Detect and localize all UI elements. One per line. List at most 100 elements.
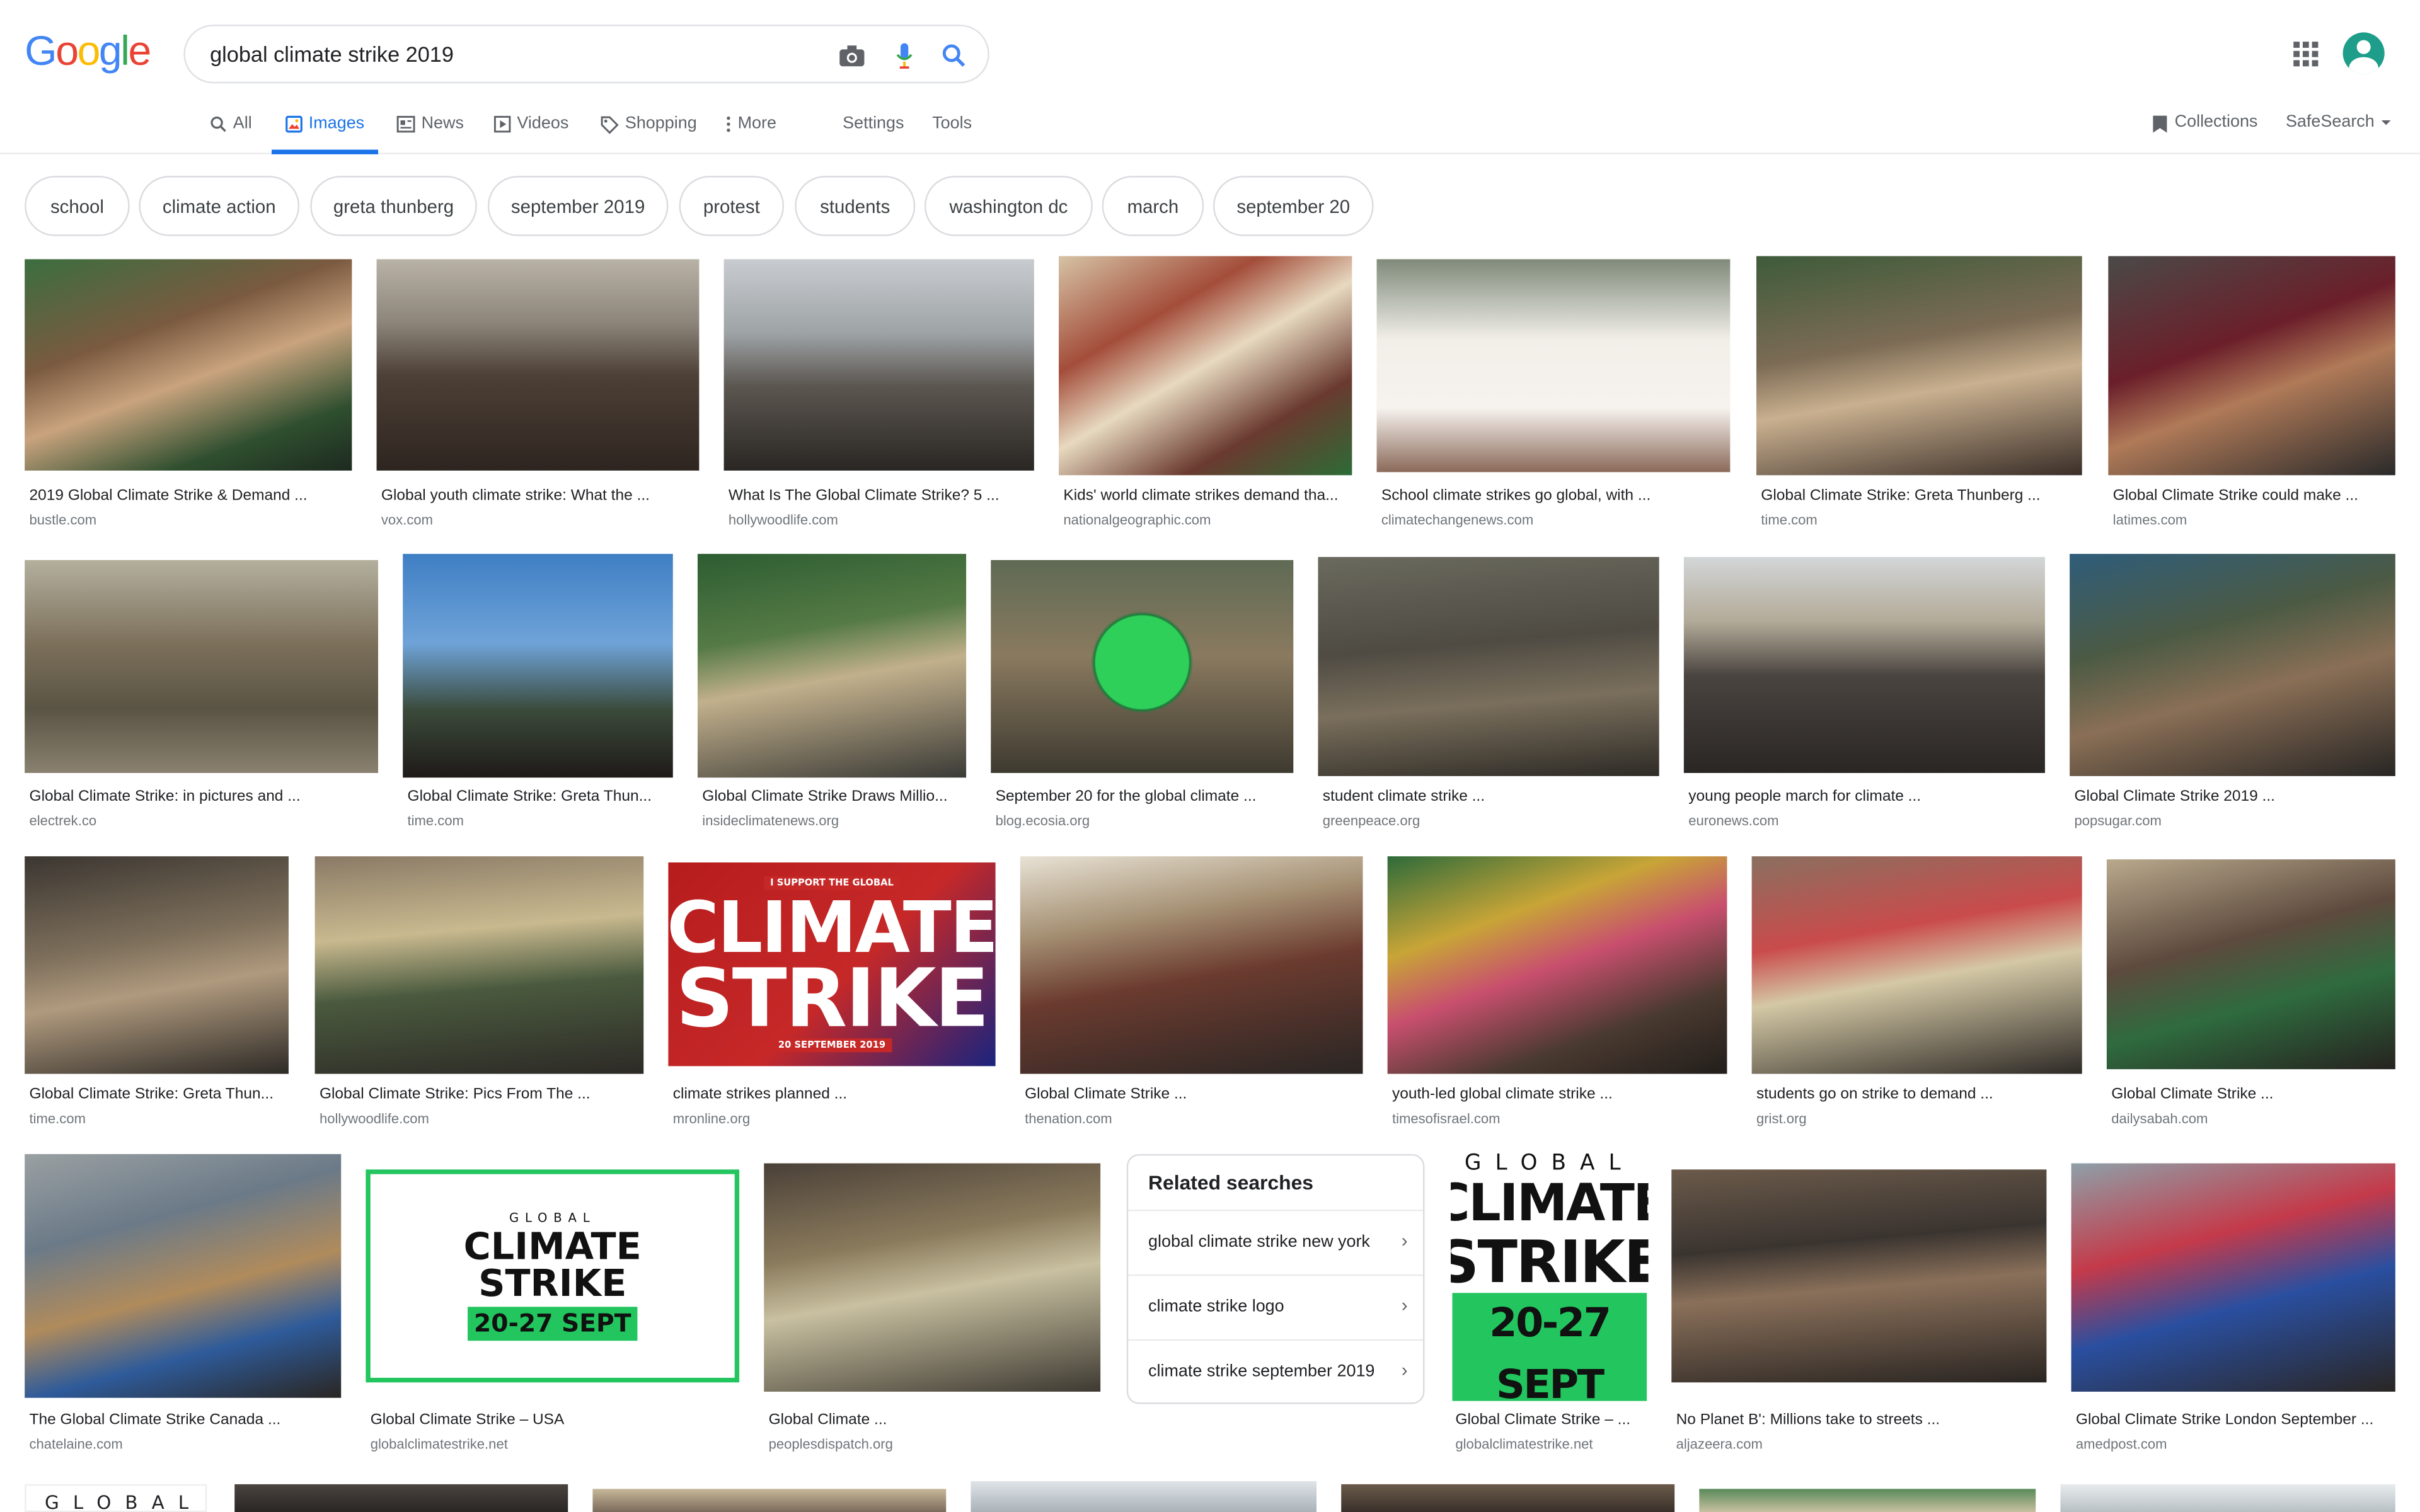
image-result[interactable] bbox=[1699, 1489, 2036, 1512]
search-input[interactable]: global climate strike 2019 bbox=[210, 42, 454, 66]
result-thumbnail[interactable] bbox=[991, 559, 1294, 773]
climate-strike-banner[interactable]: I SUPPORT THE GLOBAL CLIMATE STRIKE 20 S… bbox=[668, 862, 996, 1067]
search-box[interactable]: global climate strike 2019 bbox=[183, 25, 989, 84]
result-source[interactable]: dailysabah.com bbox=[2111, 1111, 2208, 1126]
result-source[interactable]: chatelaine.com bbox=[30, 1436, 123, 1452]
image-result[interactable] bbox=[2060, 1484, 2395, 1512]
image-result[interactable] bbox=[971, 1481, 1317, 1512]
result-source[interactable]: globalclimatestrike.net bbox=[371, 1436, 508, 1452]
image-result[interactable]: What Is The Global Climate Strike? 5 ...… bbox=[723, 256, 1034, 534]
result-thumbnail[interactable] bbox=[314, 856, 644, 1074]
image-result[interactable]: Global Climate Strike 2019 ... popsugar.… bbox=[2070, 554, 2395, 835]
safesearch-button[interactable]: SafeSearch bbox=[2286, 113, 2393, 153]
result-source[interactable]: time.com bbox=[1761, 512, 1817, 527]
image-result[interactable]: Global Climate Strike London September .… bbox=[2071, 1163, 2395, 1457]
image-result[interactable]: GLOBAL CLIMATE STRIKE 20-27 SEPT Global … bbox=[366, 1169, 740, 1457]
result-title[interactable]: Global Climate Strike: in pictures and .… bbox=[30, 788, 377, 805]
result-title[interactable]: Global Climate Strike 2019 ... bbox=[2074, 788, 2394, 805]
result-source[interactable]: peoplesdispatch.org bbox=[769, 1436, 893, 1452]
result-thumbnail[interactable] bbox=[403, 554, 673, 778]
result-title[interactable]: Kids' world climate strikes demand tha..… bbox=[1063, 488, 1353, 505]
image-result[interactable] bbox=[592, 1489, 947, 1512]
result-thumbnail[interactable] bbox=[1387, 856, 1727, 1074]
climate-strike-usa-poster[interactable]: GLOBAL CLIMATE STRIKE 20-27 SEPT bbox=[366, 1169, 740, 1383]
search-icon[interactable] bbox=[938, 40, 969, 71]
result-title[interactable]: young people march for climate ... bbox=[1688, 788, 2043, 805]
image-result[interactable]: Global Climate Strike ... dailysabah.com bbox=[2106, 859, 2395, 1134]
image-result[interactable]: I SUPPORT THE GLOBAL CLIMATE STRIKE 20 S… bbox=[668, 862, 996, 1134]
result-thumbnail[interactable] bbox=[697, 554, 967, 778]
tab-all[interactable]: All bbox=[210, 114, 252, 154]
image-result[interactable]: Global Climate Strike ... thenation.com bbox=[1020, 856, 1363, 1134]
related-search-item[interactable]: global climate strike new york › bbox=[1128, 1210, 1423, 1274]
result-thumbnail[interactable] bbox=[2071, 1163, 2395, 1392]
result-title[interactable]: Global Climate ... bbox=[769, 1412, 1099, 1429]
result-source[interactable]: mronline.org bbox=[673, 1111, 751, 1126]
image-result[interactable]: The Global Climate Strike Canada ... cha… bbox=[25, 1154, 342, 1457]
tab-images[interactable]: Images bbox=[272, 114, 379, 154]
tab-shopping[interactable]: Shopping bbox=[601, 114, 697, 154]
result-source[interactable]: nationalgeographic.com bbox=[1063, 512, 1211, 527]
chip-protest[interactable]: protest bbox=[679, 176, 785, 236]
result-title[interactable]: School climate strikes go global, with .… bbox=[1381, 488, 1729, 505]
image-result[interactable]: Global Climate Strike: Greta Thunberg ..… bbox=[1756, 256, 2082, 534]
image-result[interactable]: Global Climate Strike: Greta Thun... tim… bbox=[403, 554, 673, 835]
result-thumbnail[interactable] bbox=[1376, 259, 1731, 472]
result-thumbnail[interactable] bbox=[1020, 856, 1363, 1074]
climate-strike-poster[interactable]: GLOBAL CLIMATE STRIKE 20-27 SEPT bbox=[1451, 1148, 1649, 1401]
chip-greta-thunberg[interactable]: greta thunberg bbox=[310, 176, 477, 236]
result-thumbnail[interactable] bbox=[2070, 554, 2395, 776]
image-result[interactable] bbox=[1341, 1484, 1675, 1512]
avatar[interactable] bbox=[2342, 32, 2385, 74]
result-title[interactable]: 2019 Global Climate Strike & Demand ... bbox=[30, 488, 346, 505]
tab-settings[interactable]: Settings bbox=[843, 114, 904, 154]
chip-climate-action[interactable]: climate action bbox=[139, 176, 300, 236]
result-title[interactable]: What Is The Global Climate Strike? 5 ... bbox=[729, 488, 1034, 505]
result-title[interactable]: Global Climate Strike ... bbox=[2111, 1086, 2395, 1103]
result-title[interactable]: students go on strike to demand ... bbox=[1756, 1086, 2080, 1103]
result-source[interactable]: latimes.com bbox=[2113, 512, 2187, 527]
image-result[interactable]: 2019 Global Climate Strike & Demand ... … bbox=[25, 256, 352, 534]
result-source[interactable]: thenation.com bbox=[1025, 1111, 1112, 1126]
result-source[interactable]: greenpeace.org bbox=[1323, 813, 1420, 828]
result-thumbnail[interactable] bbox=[25, 259, 352, 471]
result-title[interactable]: Global Climate Strike could make ... bbox=[2113, 488, 2397, 505]
result-title[interactable]: climate strikes planned ... bbox=[673, 1086, 996, 1103]
result-title[interactable]: Global Climate Strike: Greta Thun... bbox=[30, 1086, 289, 1103]
result-thumbnail[interactable] bbox=[1756, 256, 2082, 476]
result-thumbnail[interactable] bbox=[2108, 256, 2395, 476]
chip-september-20[interactable]: september 20 bbox=[1213, 176, 1374, 236]
result-thumbnail[interactable] bbox=[1318, 557, 1659, 776]
result-title[interactable]: student climate strike ... bbox=[1323, 788, 1659, 805]
result-title[interactable]: No Planet B': Millions take to streets .… bbox=[1676, 1412, 2045, 1429]
tab-videos[interactable]: Videos bbox=[493, 114, 568, 154]
image-result[interactable]: GLOBAL CLIMATE STRIKE 20-27 SEPT Global … bbox=[1451, 1148, 1649, 1457]
result-title[interactable]: youth-led global climate strike ... bbox=[1392, 1086, 1726, 1103]
result-thumbnail[interactable] bbox=[25, 856, 289, 1074]
google-logo[interactable]: Google bbox=[25, 28, 151, 76]
result-title[interactable]: The Global Climate Strike Canada ... bbox=[30, 1412, 340, 1429]
result-source[interactable]: hollywoodlife.com bbox=[320, 1111, 429, 1126]
image-result[interactable]: student climate strike ... greenpeace.or… bbox=[1318, 557, 1659, 835]
related-search-item[interactable]: climate strike logo › bbox=[1128, 1274, 1423, 1339]
image-result[interactable]: Global youth climate strike: What the ..… bbox=[376, 256, 700, 534]
result-title[interactable]: Global Climate Strike – ... bbox=[1455, 1412, 1648, 1429]
result-source[interactable]: blog.ecosia.org bbox=[996, 813, 1090, 828]
image-result[interactable]: Global Climate Strike could make ... lat… bbox=[2108, 256, 2395, 534]
result-thumbnail[interactable] bbox=[1751, 856, 2082, 1074]
result-source[interactable]: globalclimatestrike.net bbox=[1455, 1436, 1593, 1452]
result-thumbnail[interactable] bbox=[1671, 1169, 2047, 1383]
result-source[interactable]: hollywoodlife.com bbox=[729, 512, 838, 527]
result-source[interactable]: grist.org bbox=[1756, 1111, 1807, 1126]
result-title[interactable]: Global Climate Strike ... bbox=[1025, 1086, 1361, 1103]
image-result[interactable]: students go on strike to demand ... gris… bbox=[1751, 856, 2082, 1134]
image-result[interactable]: GLOBAL bbox=[25, 1484, 207, 1512]
result-thumbnail[interactable] bbox=[723, 259, 1034, 471]
result-title[interactable]: Global Climate Strike: Pics From The ... bbox=[320, 1086, 642, 1103]
result-title[interactable]: Global Climate Strike Draws Millio... bbox=[702, 788, 966, 805]
image-result[interactable]: September 20 for the global climate ... … bbox=[991, 557, 1294, 835]
result-thumbnail[interactable] bbox=[2106, 859, 2395, 1070]
result-source[interactable]: bustle.com bbox=[30, 512, 97, 527]
chip-washington-dc[interactable]: washington dc bbox=[924, 176, 1093, 236]
image-result[interactable]: Global Climate Strike: Pics From The ...… bbox=[314, 856, 644, 1134]
